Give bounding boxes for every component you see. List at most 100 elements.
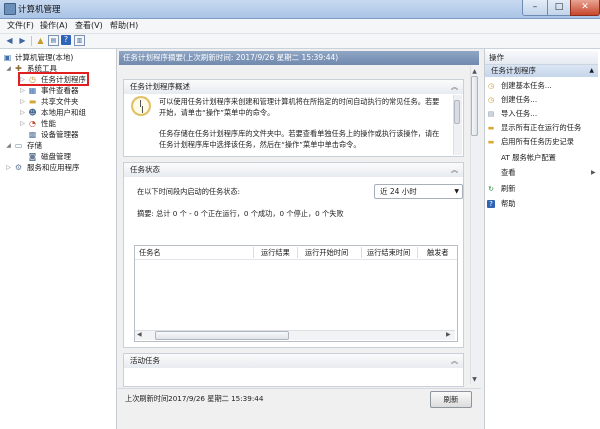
actions-title: 操作 <box>485 51 598 65</box>
tree-item-shared-folders[interactable]: ▷ ▬ 共享文件夹 <box>19 96 115 107</box>
event-viewer-icon: ▦ <box>28 86 37 95</box>
active-tasks-section-header[interactable]: 活动任务 ︽ <box>123 353 464 369</box>
action-at-service-config[interactable]: AT 服务帐户配置 <box>487 152 597 164</box>
active-tasks-body <box>123 368 464 387</box>
overview-section-header[interactable]: 任务计划程序概述 ︽ <box>123 79 464 95</box>
actions-group-label: 任务计划程序 <box>491 66 536 75</box>
expand-icon[interactable]: ▷ <box>19 96 26 107</box>
tree-item-storage[interactable]: ◢ ▭ 存储 <box>5 140 115 151</box>
back-icon[interactable]: ◀ <box>4 35 15 46</box>
minimize-button[interactable]: – <box>522 0 548 16</box>
center-header: 任务计划程序摘要(上次刷新时间: 2017/9/26 星期二 15:39:44) <box>119 51 479 65</box>
menu-view[interactable]: 查看(V) <box>72 20 106 31</box>
import-task-icon: ▤ <box>487 110 495 118</box>
up-folder-icon[interactable]: ▲ <box>35 35 46 46</box>
status-prompt: 在以下时间段内启动的任务状态: <box>137 187 241 196</box>
users-icon: ☻ <box>28 108 37 117</box>
submenu-arrow-icon: ▶ <box>591 169 596 176</box>
column-header-end-time[interactable]: 运行结束时间 <box>367 247 410 258</box>
help-toolbar-icon[interactable]: ? <box>61 35 71 45</box>
menu-file[interactable]: 文件(F) <box>4 20 37 31</box>
horizontal-scroll-thumb[interactable] <box>155 331 289 340</box>
collapse-chevron-icon[interactable]: ︽ <box>451 354 458 368</box>
overview-para2-line2: 任务计划程序库中选择该任务，然后在“操作”菜单中单击命令。 <box>159 140 361 149</box>
maximize-button[interactable]: □ <box>547 0 571 16</box>
help-icon: ? <box>487 200 495 208</box>
action-create-basic-task[interactable]: ◷ 创建基本任务... <box>487 80 597 92</box>
overview-para1-line1: 可以使用任务计划程序来创建和管理计算机将在所指定的时间自动执行的常见任务。若要 <box>159 97 440 106</box>
tree-item-device-manager[interactable]: ▩ 设备管理器 <box>19 129 115 140</box>
collapse-chevron-icon[interactable]: ︽ <box>451 80 458 94</box>
tree-item-event-viewer[interactable]: ▷ ▦ 事件查看器 <box>19 85 115 96</box>
overview-scroll-thumb[interactable] <box>454 100 460 124</box>
column-header-result[interactable]: 运行结果 <box>261 247 290 258</box>
forward-icon[interactable]: ▶ <box>17 35 28 46</box>
menu-action[interactable]: 操作(A) <box>37 20 71 31</box>
history-icon: ▬ <box>487 138 495 146</box>
status-section-header[interactable]: 任务状态 ︽ <box>123 162 464 178</box>
column-divider[interactable] <box>417 247 418 258</box>
console-tree-icon[interactable]: ▤ <box>48 35 59 46</box>
computer-management-icon <box>4 3 16 15</box>
scroll-right-icon[interactable]: ▶ <box>446 331 454 339</box>
computer-icon: ▣ <box>3 53 12 62</box>
close-button[interactable]: ✕ <box>570 0 600 16</box>
menu-bar: 文件(F) 操作(A) 查看(V) 帮助(H) <box>0 19 600 34</box>
dropdown-arrow-icon: ▼ <box>454 188 459 195</box>
create-basic-task-icon: ◷ <box>487 82 495 90</box>
task-status-table: 任务名 运行结果 运行开始时间 运行结束时间 触发者 <box>134 245 458 342</box>
action-help[interactable]: ? 帮助 <box>487 198 597 210</box>
selection-highlight <box>18 72 89 86</box>
action-refresh[interactable]: ↻ 刷新 <box>487 183 597 195</box>
tree-item-local-users[interactable]: ▷ ☻ 本地用户和组 <box>19 107 115 118</box>
column-header-task-name[interactable]: 任务名 <box>139 247 161 258</box>
disk-icon: ◙ <box>28 152 37 161</box>
scroll-thumb[interactable] <box>471 76 478 136</box>
toolbar: ◀ ▶ ▲ ▤ ? ▥ <box>0 34 600 49</box>
collapse-icon[interactable]: ◢ <box>5 63 12 74</box>
storage-icon: ▭ <box>14 141 23 150</box>
expand-icon[interactable]: ▷ <box>19 107 26 118</box>
collapse-icon[interactable]: ◢ <box>5 140 12 151</box>
toolbar-divider <box>31 36 32 46</box>
expand-icon[interactable]: ▷ <box>19 85 26 96</box>
actions-group-task-scheduler[interactable]: 任务计划程序 ▲ <box>485 65 598 77</box>
scroll-up-icon[interactable]: ▲ <box>471 68 478 75</box>
tree-item-disk-management[interactable]: ◙ 磁盘管理 <box>19 151 115 162</box>
scroll-left-icon[interactable]: ◀ <box>137 331 145 339</box>
tree-item-performance[interactable]: ▷ ◔ 性能 <box>19 118 115 129</box>
time-range-value: 近 24 小时 <box>380 187 417 196</box>
services-icon: ⚙ <box>14 163 23 172</box>
action-import-task[interactable]: ▤ 导入任务... <box>487 108 597 120</box>
action-enable-history[interactable]: ▬ 启用所有任务历史记录 <box>487 136 597 148</box>
action-show-running-tasks[interactable]: ▬ 显示所有正在运行的任务 <box>487 122 597 134</box>
tree-item-services-apps[interactable]: ▷ ⚙ 服务和应用程序 <box>5 162 115 173</box>
tree-item-computer-management[interactable]: ▣ 计算机管理(本地) <box>3 52 115 63</box>
actions-pane <box>484 49 600 429</box>
collapse-chevron-icon[interactable]: ︽ <box>451 163 458 177</box>
action-create-task[interactable]: ◷ 创建任务... <box>487 94 597 106</box>
create-task-icon: ◷ <box>487 96 495 104</box>
device-manager-icon: ▩ <box>28 130 37 139</box>
refresh-button[interactable]: 刷新 <box>430 391 472 408</box>
column-divider[interactable] <box>297 247 298 258</box>
performance-icon: ◔ <box>29 119 36 128</box>
overview-para2-line1: 任务存储在任务计划程序库的文件夹中。若要查看单独任务上的操作或执行该操作，请在 <box>159 129 440 138</box>
time-range-dropdown[interactable]: 近 24 小时 ▼ <box>374 184 463 199</box>
status-summary: 摘要: 总计 0 个 - 0 个正在运行，0 个成功，0 个停止，0 个失败 <box>137 209 344 218</box>
column-header-triggered-by[interactable]: 触发者 <box>427 247 449 258</box>
expand-icon[interactable]: ▷ <box>5 162 12 173</box>
status-title: 任务状态 <box>130 165 160 174</box>
collapse-arrow-icon[interactable]: ▲ <box>589 65 594 77</box>
menu-help[interactable]: 帮助(H) <box>107 20 141 31</box>
column-divider[interactable] <box>361 247 362 258</box>
scroll-down-icon[interactable]: ▼ <box>471 376 478 383</box>
action-pane-icon[interactable]: ▥ <box>74 35 85 46</box>
action-view[interactable]: 查看 ▶ <box>487 167 597 179</box>
table-header-divider <box>135 259 457 260</box>
expand-icon[interactable]: ▷ <box>19 118 26 129</box>
column-divider[interactable] <box>253 247 254 258</box>
overview-title: 任务计划程序概述 <box>130 82 190 91</box>
shared-folder-icon: ▬ <box>28 97 37 106</box>
column-header-start-time[interactable]: 运行开始时间 <box>305 247 348 258</box>
